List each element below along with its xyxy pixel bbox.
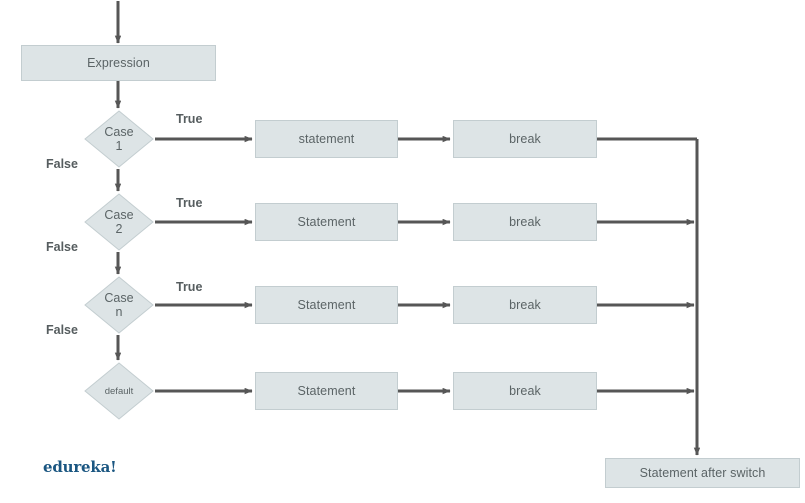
node-statement-1-label: statement [298,132,355,146]
edge-label-true-1: True [176,112,203,126]
node-break-2[interactable]: break [453,203,597,241]
node-statement-4[interactable]: Statement [255,372,398,410]
node-statement-after-switch-label: Statement after switch [639,466,766,480]
node-casen-label: Case n [104,291,134,319]
node-statement-2-label: Statement [297,215,356,229]
node-break-4-label: break [509,384,541,398]
node-case2-label: Case 2 [104,208,134,236]
edge-label-true-2: True [176,196,203,210]
node-statement-4-label: Statement [297,384,356,398]
node-break-4[interactable]: break [453,372,597,410]
node-statement-3-label: Statement [297,298,356,312]
node-case2[interactable]: Case 2 [84,193,154,251]
node-case1-label: Case 1 [104,125,134,153]
node-expression-label: Expression [87,56,150,70]
node-default-label: default [104,385,134,397]
edureka-logo: edureka! [43,458,117,476]
edge-label-true-3: True [176,280,203,294]
node-expression[interactable]: Expression [21,45,216,81]
node-statement-1[interactable]: statement [255,120,398,158]
flowchart-canvas: Expression Case 1 Case 2 Case n default … [0,0,805,503]
node-break-2-label: break [509,215,541,229]
node-break-1[interactable]: break [453,120,597,158]
node-case1[interactable]: Case 1 [84,110,154,168]
edge-label-false-1: False [46,157,78,171]
edge-label-false-2: False [46,240,78,254]
node-statement-3[interactable]: Statement [255,286,398,324]
node-default[interactable]: default [84,362,154,420]
node-statement-2[interactable]: Statement [255,203,398,241]
node-break-3-label: break [509,298,541,312]
node-casen[interactable]: Case n [84,276,154,334]
node-statement-after-switch[interactable]: Statement after switch [605,458,800,488]
edge-label-false-3: False [46,323,78,337]
node-break-1-label: break [509,132,541,146]
node-break-3[interactable]: break [453,286,597,324]
